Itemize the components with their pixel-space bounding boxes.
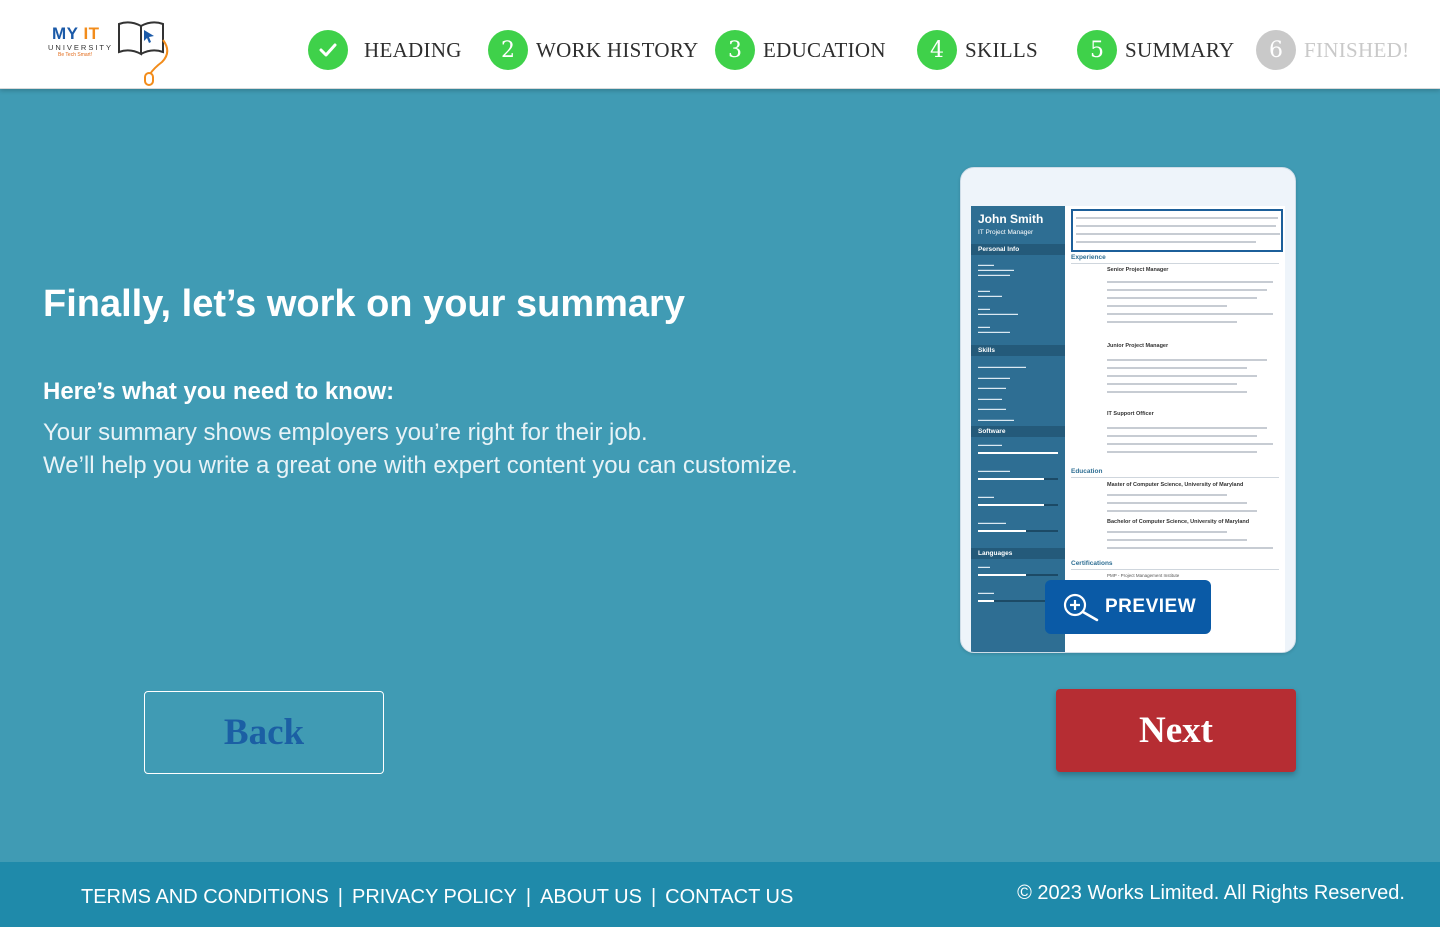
resume-filler: ▬▬▬▬▬▬▬: [978, 520, 1006, 525]
resume-job-1: Senior Project Manager: [1107, 267, 1169, 273]
step-label: WORK HISTORY: [536, 37, 699, 62]
software-skill-bar: [978, 452, 1058, 454]
step-work-history[interactable]: 2 WORK HISTORY: [488, 30, 698, 70]
resume-summary-highlight: [1071, 209, 1283, 252]
resume-job-2: Junior Project Manager: [1107, 343, 1169, 349]
step-number: 2: [488, 30, 528, 70]
contact-link[interactable]: CONTACT US: [665, 886, 793, 909]
next-button[interactable]: Next: [1056, 689, 1296, 772]
resume-filler: ▬▬▬▬: [978, 494, 994, 499]
resume-section-education: Education: [1071, 468, 1103, 475]
resume-job-3: IT Support Officer: [1107, 411, 1154, 417]
page-subtitle: Here’s what you need to know:: [43, 378, 395, 405]
resume-filler: ▬▬▬▬▬▬▬▬: [978, 468, 1010, 473]
step-finished[interactable]: 6 FINISHED!: [1256, 30, 1409, 70]
description-line-2: We’ll help you write a great one with ex…: [43, 452, 798, 479]
resume-section-certifications: Certifications: [1071, 560, 1113, 567]
footer: TERMS AND CONDITIONS | PRIVACY POLICY | …: [0, 862, 1440, 927]
resume-section-software: Software: [971, 426, 1065, 437]
step-label: HEADING: [364, 37, 462, 62]
preview-label: PREVIEW: [1105, 596, 1197, 617]
step-summary[interactable]: 5 SUMMARY: [1077, 30, 1234, 70]
resume-edu-1: Master of Computer Science, University o…: [1107, 482, 1244, 488]
copyright-text: © 2023 Works Limited. All Rights Reserve…: [1017, 882, 1405, 904]
language-skill-bar: [978, 574, 1058, 576]
resume-name: John Smith: [978, 212, 1044, 226]
footer-separator: |: [650, 886, 657, 908]
resume-filler: ▬▬▬ ▬▬▬▬▬▬▬▬▬▬: [978, 306, 1018, 316]
step-label: EDUCATION: [763, 37, 886, 62]
step-skills[interactable]: 4 SKILLS: [917, 30, 1038, 70]
software-skill-bar: [978, 504, 1058, 506]
software-skill-bar: [978, 478, 1058, 480]
resume-section-personal-info: Personal Info: [971, 244, 1065, 255]
software-skill-bar: [978, 530, 1058, 532]
footer-links: TERMS AND CONDITIONS | PRIVACY POLICY | …: [81, 886, 793, 909]
resume-role: IT Project Manager: [978, 229, 1034, 236]
resume-filler: ▬▬▬▬▬▬▬▬▬▬▬▬ ▬▬▬▬▬▬▬▬ ▬▬▬▬▬▬▬ ▬▬▬▬▬▬ ▬▬▬▬▬▬▬…: [978, 364, 1026, 422]
step-label: SUMMARY: [1125, 37, 1235, 62]
back-button[interactable]: Back: [144, 691, 384, 774]
resume-filler: ▬▬▬: [978, 564, 990, 569]
step-education[interactable]: 3 EDUCATION: [715, 30, 886, 70]
step-number: 6: [1256, 30, 1296, 70]
progress-steps: HEADING 2 WORK HISTORY 3 EDUCATION 4 SKI…: [0, 0, 1440, 89]
step-number: 4: [917, 30, 957, 70]
footer-separator: |: [525, 886, 532, 908]
step-heading[interactable]: HEADING: [308, 30, 462, 70]
privacy-link[interactable]: PRIVACY POLICY: [352, 886, 517, 909]
step-number: 5: [1077, 30, 1117, 70]
resume-filler: ▬▬▬▬ ▬▬▬▬▬▬▬▬▬ ▬▬▬▬▬▬▬▬: [978, 262, 1014, 277]
resume-filler: ▬▬▬ ▬▬▬▬▬▬: [978, 288, 1002, 298]
preview-button[interactable]: PREVIEW: [1045, 580, 1211, 634]
step-label: SKILLS: [965, 37, 1038, 62]
resume-section-experience: Experience: [1071, 254, 1106, 261]
description-line-1: Your summary shows employers you’re righ…: [43, 419, 648, 446]
resume-cert-1: PMP - Project Management Institute: [1107, 573, 1180, 578]
checkmark-icon: [308, 30, 348, 70]
terms-link[interactable]: TERMS AND CONDITIONS: [81, 886, 329, 909]
step-label: FINISHED!: [1304, 37, 1410, 62]
page-title: Finally, let’s work on your summary: [43, 283, 685, 325]
resume-section-languages: Languages: [971, 548, 1065, 559]
step-number: 3: [715, 30, 755, 70]
top-header: MY IT UNIVERSITY Be Tech Smart! HEADING …: [0, 0, 1440, 89]
resume-edu-2: Bachelor of Computer Science, University…: [1107, 519, 1250, 525]
resume-section-skills: Skills: [971, 345, 1065, 356]
resume-filler: ▬▬▬▬: [978, 590, 994, 595]
footer-separator: |: [337, 886, 343, 908]
zoom-in-icon: [1063, 593, 1099, 622]
about-link[interactable]: ABOUT US: [540, 886, 642, 909]
resume-filler: ▬▬▬▬▬▬: [978, 442, 1002, 447]
resume-filler: ▬▬▬ ▬▬▬▬▬▬▬▬: [978, 324, 1010, 334]
